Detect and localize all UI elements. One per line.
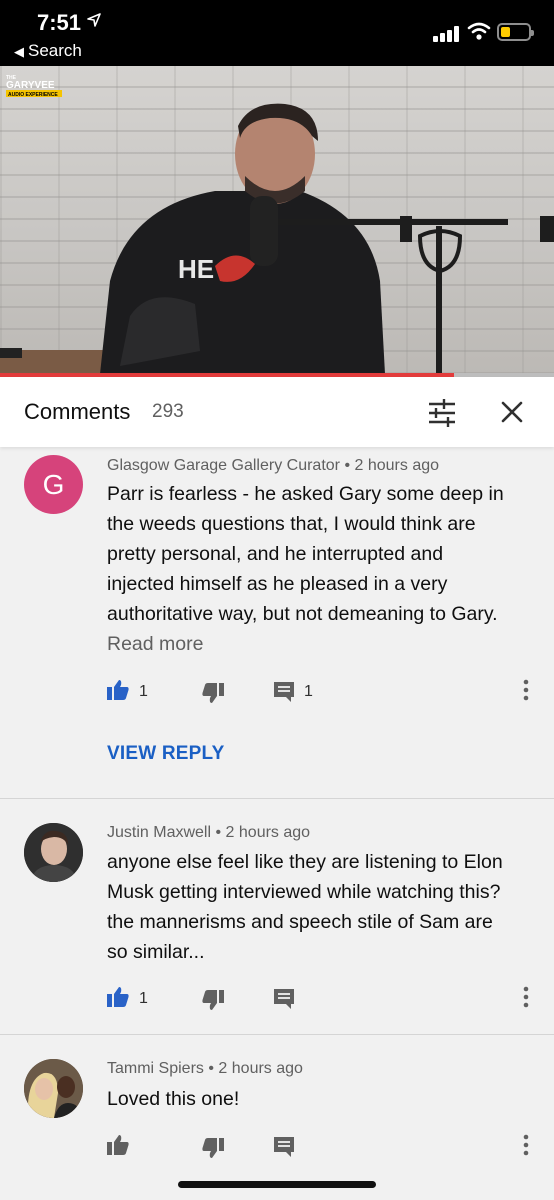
reply-icon[interactable] <box>272 1135 296 1159</box>
wifi-icon <box>467 22 491 40</box>
comment-line: authoritative way, but not demeaning to … <box>107 603 498 625</box>
home-indicator[interactable] <box>178 1181 376 1188</box>
meta-separator: • <box>215 824 222 841</box>
comments-header: Comments 293 <box>0 377 554 447</box>
meta-separator: • <box>344 457 351 474</box>
video-player[interactable]: THE GARYVEE AUDIO EXPERIENCE HE <box>0 66 554 374</box>
comment-line: anyone else feel like they are listening… <box>107 851 503 873</box>
comment-text: Parr is fearless - he asked Gary some de… <box>107 479 537 629</box>
comment-line: Parr is fearless - he asked Gary some de… <box>107 483 504 505</box>
battery-icon <box>497 23 534 41</box>
comment-author[interactable]: Glasgow Garage Gallery Curator <box>107 457 340 474</box>
comment-line: the mannerisms and speech stile of Sam a… <box>107 911 493 933</box>
like-icon[interactable] <box>106 985 130 1009</box>
comment-meta: Glasgow Garage Gallery Curator • 2 hours… <box>107 457 439 475</box>
comment-line: Loved this one! <box>107 1088 240 1110</box>
comment-time: 2 hours ago <box>354 457 440 474</box>
comment-text: Loved this one! <box>107 1084 537 1114</box>
like-count: 1 <box>139 683 148 700</box>
like-icon[interactable] <box>106 678 130 702</box>
comment-line: injected himself as he pleased in a very <box>107 573 448 595</box>
comment-actions: 1 <box>0 985 554 1015</box>
read-more-link[interactable]: Read more <box>107 633 203 656</box>
comment-author[interactable]: Justin Maxwell <box>107 824 211 841</box>
comment-meta: Tammi Spiers • 2 hours ago <box>107 1060 303 1078</box>
comment-line: so similar... <box>107 941 205 963</box>
avatar[interactable] <box>24 823 83 882</box>
reply-count: 1 <box>304 683 313 700</box>
comment-time: 2 hours ago <box>218 1060 303 1077</box>
dislike-icon[interactable] <box>201 988 225 1012</box>
back-label: Search <box>28 41 82 60</box>
status-bar: 7:51 ◀ Search <box>0 0 554 66</box>
video-frame-scene: HE <box>0 103 554 374</box>
comment-line: pretty personal, and he interrupted and <box>107 543 444 565</box>
dislike-icon[interactable] <box>201 681 225 705</box>
like-icon[interactable] <box>106 1133 130 1157</box>
view-reply-button[interactable]: VIEW REPLY <box>107 743 224 765</box>
svg-text:HE: HE <box>178 254 214 284</box>
location-arrow-icon <box>87 13 101 27</box>
avatar[interactable]: G <box>24 455 83 514</box>
comment-line: Musk getting interviewed while watching … <box>107 881 501 903</box>
more-options-icon[interactable] <box>520 985 532 1009</box>
avatar-photo <box>24 823 83 882</box>
avatar-photo <box>24 1059 83 1118</box>
comment-item: G Glasgow Garage Gallery Curator • 2 hou… <box>0 447 554 797</box>
comment-actions <box>0 1133 554 1163</box>
comments-title: Comments <box>24 399 131 424</box>
reply-icon[interactable] <box>272 987 296 1011</box>
sort-filter-icon[interactable] <box>427 399 457 427</box>
back-to-search-link[interactable]: ◀ Search <box>14 41 82 61</box>
comment-text: anyone else feel like they are listening… <box>107 847 537 967</box>
comment-actions: 1 1 <box>0 678 554 708</box>
more-options-icon[interactable] <box>520 1133 532 1157</box>
comment-meta: Justin Maxwell • 2 hours ago <box>107 824 310 842</box>
back-triangle-icon: ◀ <box>14 44 24 59</box>
comment-author[interactable]: Tammi Spiers <box>107 1060 204 1077</box>
dislike-icon[interactable] <box>201 1136 225 1160</box>
cellular-signal-icon <box>433 26 461 42</box>
more-options-icon[interactable] <box>520 678 532 702</box>
meta-separator: • <box>208 1060 214 1077</box>
comment-time: 2 hours ago <box>225 824 311 841</box>
avatar[interactable] <box>24 1059 83 1118</box>
comment-item: Tammi Spiers • 2 hours ago Loved this on… <box>0 1035 554 1195</box>
comment-line: the weeds questions that, I would think … <box>107 513 476 535</box>
reply-icon[interactable] <box>272 680 296 704</box>
clock: 7:51 <box>37 10 82 35</box>
like-count: 1 <box>139 990 148 1007</box>
comment-item: Justin Maxwell • 2 hours ago anyone else… <box>0 799 554 1034</box>
comments-count: 293 <box>152 401 184 422</box>
close-icon[interactable] <box>500 400 524 424</box>
